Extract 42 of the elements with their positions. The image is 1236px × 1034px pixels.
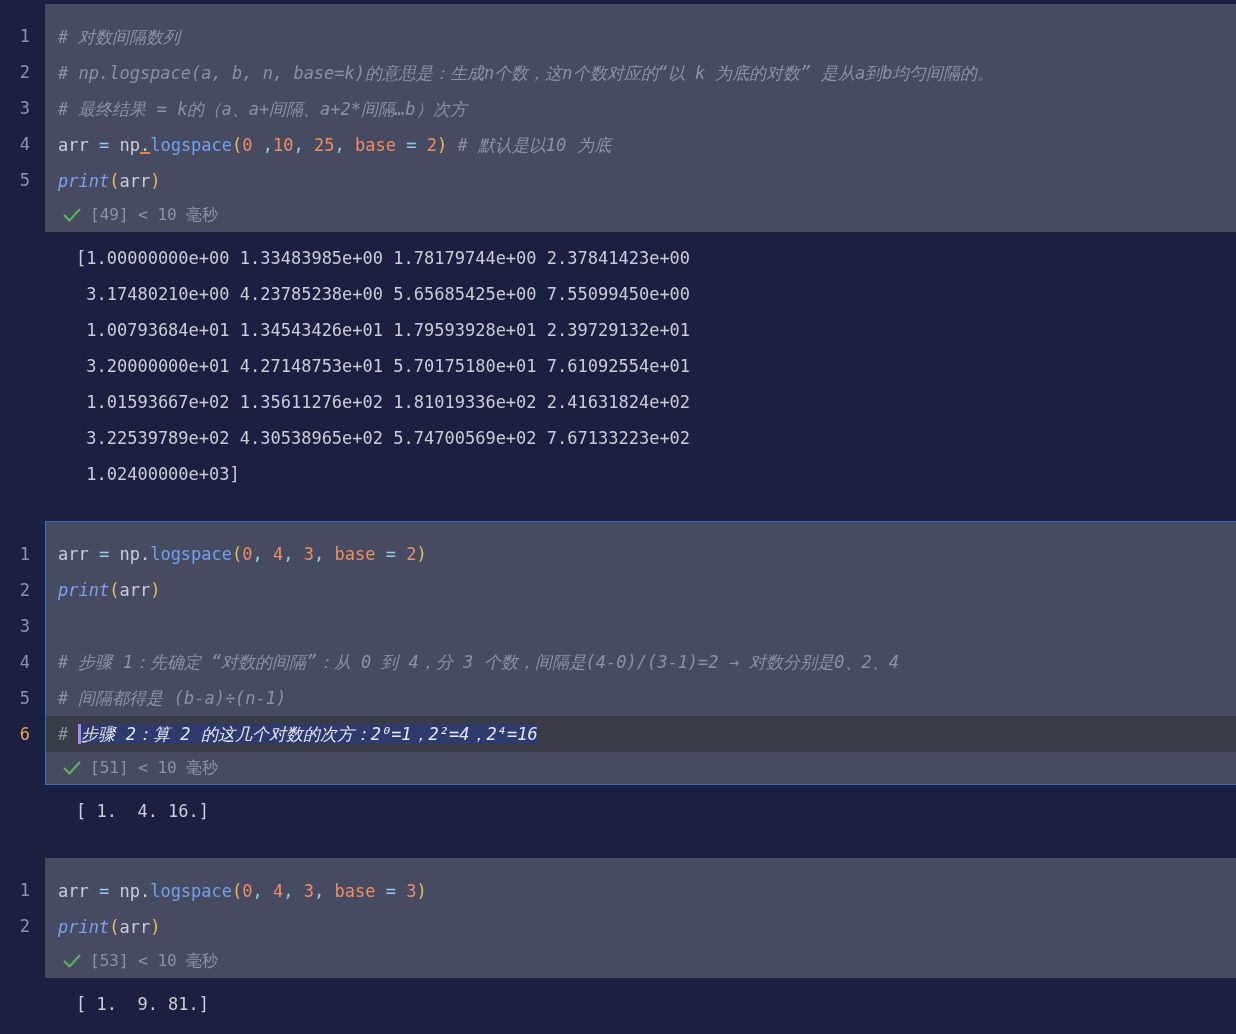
line-number: 3 [18, 615, 30, 638]
line-number: 5 [18, 169, 30, 192]
code-line: # np.logspace(a, b, n, base=k)的意思是：生成n个数，这n个数对应的“以 k 为底的对数” 是从a到b均匀间隔的。 [58, 63, 995, 83]
execution-status: [51] < 10 毫秒 [90, 757, 219, 779]
check-icon [62, 953, 82, 969]
code-cell[interactable]: arr = np.logspace(0, 4, 3, base = 2) print(arr) # 步骤 1：先确定 “对数的间隔”：从 0 到 4，分 3 个数，间隔是(4-0)/(3-1)=2 → 对数分别是0、2、4 # 间隔都得是 (b-a)÷(n-1) # 步骤 2：算 2 的这几个对数的次方：2⁰=1，2²=4，2⁴=16 [51] < 10 毫秒 [45, 521, 1236, 785]
line-number: 1 [18, 543, 30, 566]
check-icon [62, 207, 82, 223]
execution-status: [53] < 10 毫秒 [90, 950, 219, 972]
output-line: 1.02400000e+03] [85, 463, 241, 486]
line-number: 4 [18, 133, 30, 156]
line-number: 3 [18, 97, 30, 120]
line-number: 2 [18, 915, 30, 938]
output-line: [ 1. 4. 16.] [76, 800, 211, 823]
line-number: 5 [18, 687, 30, 710]
line-number: 6 [18, 723, 30, 746]
code-line: print(arr) [58, 171, 161, 191]
line-number: 1 [18, 25, 30, 48]
output-line: 3.22539789e+02 4.30538965e+02 5.74700569e+02 7.67133223e+02 [85, 427, 692, 450]
line-number: 4 [18, 651, 30, 674]
code-line: print(arr) [58, 917, 161, 937]
code-line: # 对数间隔数列 [58, 27, 181, 47]
code-line: arr = np.logspace(0, 4, 3, base = 3) [58, 881, 427, 901]
execution-status: [49] < 10 毫秒 [90, 204, 219, 226]
line-number: 2 [18, 61, 30, 84]
code-line: # 最终结果 = k的（a、a+间隔、a+2*间隔…b）次方 [58, 99, 467, 119]
line-number: 2 [18, 579, 30, 602]
output-line: [1.00000000e+00 1.33483985e+00 1.78179744e+00 2.37841423e+00 [76, 247, 692, 270]
output-line: [ 1. 9. 81.] [76, 993, 211, 1016]
output-line: 3.17480210e+00 4.23785238e+00 5.65685425e+00 7.55099450e+00 [85, 283, 692, 306]
code-line: # 步骤 1：先确定 “对数的间隔”：从 0 到 4，分 3 个数，间隔是(4-0)/(3-1)=2 → 对数分别是0、2、4 [58, 652, 899, 672]
output-line: 3.20000000e+01 4.27148753e+01 5.70175180e+01 7.61092554e+01 [85, 355, 692, 378]
line-number: 1 [18, 879, 30, 902]
code-line: print(arr) [58, 580, 161, 600]
output-line: 1.00793684e+01 1.34543426e+01 1.79593928e+01 2.39729132e+01 [85, 319, 692, 342]
code-line: # 步骤 2：算 2 的这几个对数的次方：2⁰=1，2²=4，2⁴=16 [58, 724, 538, 744]
code-cell[interactable]: # 对数间隔数列 # np.logspace(a, b, n, base=k)的意思是：生成n个数，这n个数对应的“以 k 为底的对数” 是从a到b均匀间隔的。 # 最终结果 = k的（a、a+间隔、a+2*间隔…b）次方 arr = np.logspace(0 ,10, 25, base = 2) # 默认是以10 为底 print(arr) [49] < 10 毫秒 [45, 4, 1236, 232]
code-cell[interactable]: arr = np.logspace(0, 4, 3, base = 3) print(arr) [53] < 10 毫秒 [45, 858, 1236, 978]
output-line: 1.01593667e+02 1.35611276e+02 1.81019336e+02 2.41631824e+02 [85, 391, 692, 414]
check-icon [62, 760, 82, 776]
code-line: arr = np.logspace(0, 4, 3, base = 2) [58, 544, 427, 564]
code-line: # 间隔都得是 (b-a)÷(n-1) [58, 688, 287, 708]
